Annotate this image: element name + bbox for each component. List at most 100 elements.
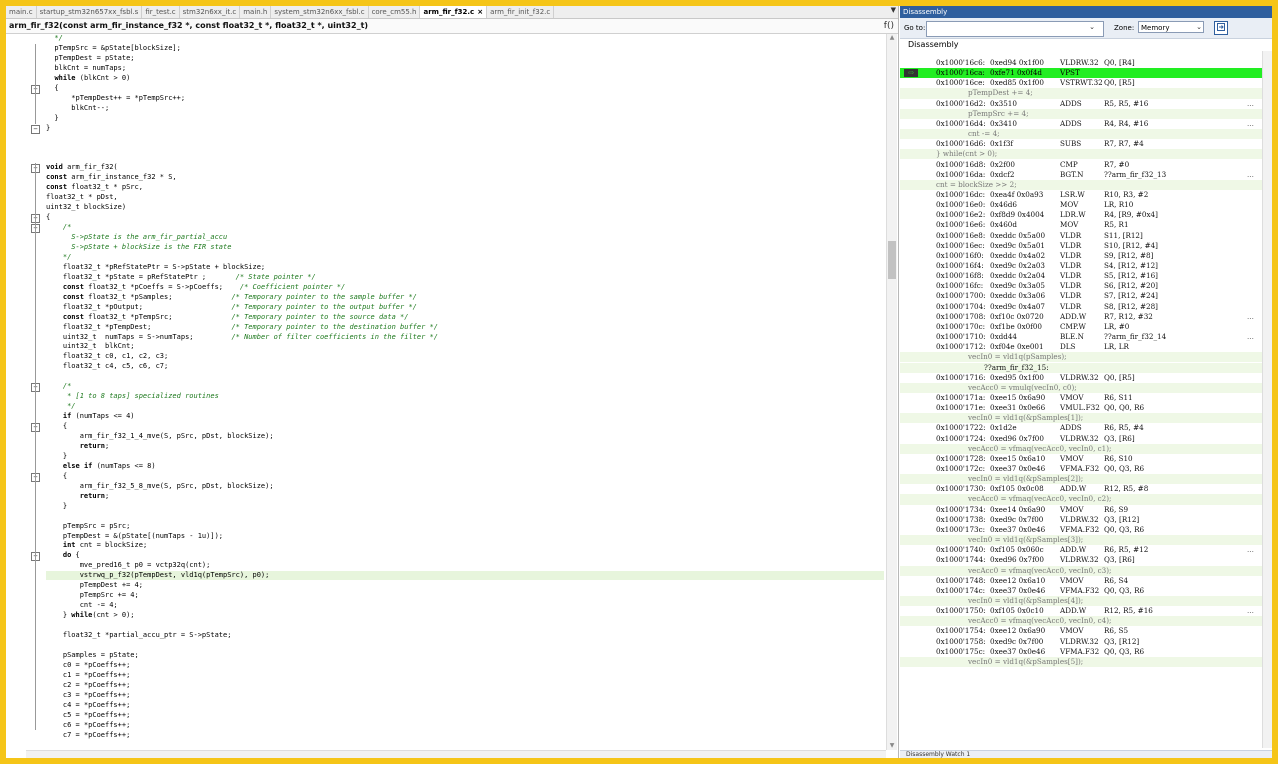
- instruction-row[interactable]: 0x1000'16fc: VLDR S6, [R12, #20] 0xed9c 0x3…: [900, 281, 1262, 291]
- editor-tab[interactable]: system_stm32n6xx_fsbl.c: [271, 6, 369, 18]
- source-line-row[interactable]: vecIn0 = vld1q(&pSamples[2]);: [900, 474, 1262, 485]
- code-line[interactable]: float32_t c0, c1, c2, c3;: [46, 352, 884, 361]
- instruction-row[interactable]: 0x1000'1712: DLS LR, LR 0xf04e 0xe001: [900, 342, 1262, 352]
- code-line[interactable]: blkCnt--;: [46, 104, 884, 113]
- editor-tab[interactable]: arm_fir_init_f32.c: [487, 6, 555, 18]
- instruction-row[interactable]: 0x1000'173c: VFMA.F32 Q0, Q3, R6 0xee37 0x0…: [900, 525, 1262, 535]
- tab-list-dropdown-icon[interactable]: ▼: [891, 6, 896, 14]
- code-line[interactable]: c0 = *pCoeffs++;: [46, 661, 884, 670]
- code-line[interactable]: float32_t *pOutput; /* Temporary pointer…: [46, 303, 884, 312]
- code-line[interactable]: c5 = *pCoeffs++;: [46, 711, 884, 720]
- instruction-row[interactable]: 0x1000'16e8: VLDR S11, [R12] 0xeddc 0x5a00: [900, 231, 1262, 241]
- instruction-row[interactable]: 0x1000'170c: CMP.W LR, #0 0xf1be 0x0f00: [900, 322, 1262, 332]
- code-line[interactable]: do {: [46, 551, 884, 560]
- instruction-row[interactable]: 0x1000'16f8: VLDR S5, [R12, #16] 0xeddc 0x2…: [900, 271, 1262, 281]
- source-line-row[interactable]: vecIn0 = vld1q(pSamples);: [900, 352, 1262, 363]
- code-line[interactable]: float32_t *pState = pRefStatePtr ; /* St…: [46, 273, 884, 282]
- source-line-row[interactable]: pTempDest += 4;: [900, 88, 1262, 99]
- code-line[interactable]: }: [46, 502, 884, 511]
- code-line[interactable]: blkCnt = numTaps;: [46, 64, 884, 73]
- instruction-row[interactable]: 0x1000'1754: VMOV R6, S5 0xee12 0x6a90: [900, 626, 1262, 636]
- instruction-row[interactable]: 0x1000'16f0: VLDR S9, [R12, #8] 0xeddc 0x4a…: [900, 251, 1262, 261]
- scroll-down-arrow-icon[interactable]: ▼: [887, 742, 897, 750]
- code-line[interactable]: */: [46, 34, 884, 43]
- code-line[interactable]: const arm_fir_instance_f32 * S,: [46, 173, 884, 182]
- code-line[interactable]: return;: [46, 442, 884, 451]
- instruction-row[interactable]: 0x1000'171a: VMOV R6, S11 0xee15 0x6a90: [900, 393, 1262, 403]
- editor-tab[interactable]: startup_stm32n657xx_fsbl.s: [37, 6, 143, 18]
- instruction-row[interactable]: 0x1000'1710: BLE.N ??arm_fir_f32_14 0xdd44.…: [900, 332, 1262, 342]
- instruction-row[interactable]: 0x1000'1724: VLDRW.32 Q3, [R6] 0xed96 0x7f0…: [900, 434, 1262, 444]
- goto-dropdown-icon[interactable]: ⌄: [1086, 21, 1098, 33]
- editor-tab[interactable]: fir_test.c: [142, 6, 180, 18]
- instruction-row[interactable]: 0x1000'16ce: VSTRWT.32 Q0, [R5] 0xed85 0x1f…: [900, 78, 1262, 88]
- code-line[interactable]: */: [46, 253, 884, 262]
- code-line[interactable]: [46, 621, 884, 630]
- instruction-row[interactable]: 0x1000'1750: ADD.W R12, R5, #16 0xf105 0x0c…: [900, 606, 1262, 616]
- code-line[interactable]: } while(cnt > 0);: [46, 611, 884, 620]
- source-line-row[interactable]: cnt = blockSize >> 2;: [900, 179, 1262, 190]
- code-line[interactable]: else if (numTaps <= 8): [46, 462, 884, 471]
- instruction-row[interactable]: 0x1000'174c: VFMA.F32 Q0, Q3, R6 0xee37 0x0…: [900, 586, 1262, 596]
- instruction-row[interactable]: 0x1000'1708: ADD.W R7, R12, #32 0xf10c 0x07…: [900, 312, 1262, 322]
- editor-tab[interactable]: arm_fir_f32.c ×: [420, 6, 488, 18]
- code-line[interactable]: c7 = *pCoeffs++;: [46, 731, 884, 740]
- code-line[interactable]: S->pState + blockSize is the FIR state: [46, 243, 884, 252]
- code-line[interactable]: c2 = *pCoeffs++;: [46, 681, 884, 690]
- code-line[interactable]: [46, 512, 884, 521]
- code-line[interactable]: [46, 134, 884, 143]
- code-line[interactable]: [46, 372, 884, 381]
- zone-dropdown-icon[interactable]: ⌄: [1194, 21, 1204, 33]
- editor-tab[interactable]: core_cm55.h: [369, 6, 421, 18]
- editor-tab[interactable]: main.h: [240, 6, 272, 18]
- code-line[interactable]: {: [46, 472, 884, 481]
- fold-toggle-icon[interactable]: −: [31, 124, 40, 134]
- instruction-row[interactable]: 0x1000'16e2: LDR.W R4, [R9, #0x4] 0xf8d9 0x…: [900, 210, 1262, 220]
- code-line[interactable]: uint32_t blkCnt;: [46, 342, 884, 351]
- code-line[interactable]: float32_t *partial_accu_ptr = S->pState;: [46, 631, 884, 640]
- code-line[interactable]: pTempSrc = &pState[blockSize];: [46, 44, 884, 53]
- code-line[interactable]: const float32_t *pTempSrc; /* Temporary …: [46, 313, 884, 322]
- code-line[interactable]: pSamples = pState;: [46, 651, 884, 660]
- instruction-row[interactable]: 0x1000'172c: VFMA.F32 Q0, Q3, R6 0xee37 0x0…: [900, 464, 1262, 474]
- source-line-row[interactable]: } while(cnt > 0);: [900, 149, 1262, 160]
- source-line-row[interactable]: vecIn0 = vld1q(&pSamples[5]);: [900, 656, 1262, 667]
- goto-address-input[interactable]: [926, 21, 1104, 37]
- instruction-row[interactable]: 0x1000'16d6: SUBS R7, R7, #4 0x1f3f: [900, 139, 1262, 149]
- code-line[interactable]: pTempDest = pState;: [46, 54, 884, 63]
- code-line[interactable]: }: [46, 452, 884, 461]
- code-line[interactable]: void arm_fir_f32(: [46, 163, 884, 172]
- instruction-row[interactable]: 0x1000'1744: VLDRW.32 Q3, [R6] 0xed96 0x7f0…: [900, 555, 1262, 565]
- instruction-row[interactable]: 0x1000'1748: VMOV R6, S4 0xee12 0x6a10: [900, 576, 1262, 586]
- editor-tab[interactable]: main.c: [6, 6, 37, 18]
- code-line[interactable]: pTempDest += 4;: [46, 581, 884, 590]
- code-line[interactable]: arm_fir_f32_1_4_mve(S, pSrc, pDst, block…: [46, 432, 884, 441]
- code-view[interactable]: */ pTempSrc = &pState[blockSize]; pTempD…: [46, 34, 884, 750]
- code-line[interactable]: *pTempDest++ = *pTempSrc++;: [46, 94, 884, 103]
- code-line[interactable]: mve_pred16_t p0 = vctp32q(cnt);: [46, 561, 884, 570]
- code-line[interactable]: while (blkCnt > 0): [46, 74, 884, 83]
- instruction-row[interactable]: 0x1000'1704: VLDR S8, [R12, #28] 0xed9c 0x4…: [900, 302, 1262, 312]
- source-line-row[interactable]: vecAcc0 = vfmaq(vecAcc0, vecIn0, c2);: [900, 494, 1262, 505]
- code-line[interactable]: const float32_t * pSrc,: [46, 183, 884, 192]
- code-line[interactable]: const float32_t *pCoeffs = S->pCoeffs; /…: [46, 283, 884, 292]
- instruction-row[interactable]: 0x1000'1740: ADD.W R6, R5, #12 0xf105 0x060…: [900, 545, 1262, 555]
- source-line-row[interactable]: vecIn0 = vld1q(&pSamples[1]);: [900, 413, 1262, 424]
- instruction-row[interactable]: 0x1000'16e6: MOV R5, R1 0x460d: [900, 220, 1262, 230]
- code-line[interactable]: c1 = *pCoeffs++;: [46, 671, 884, 680]
- code-line[interactable]: return;: [46, 492, 884, 501]
- editor-horizontal-scrollbar[interactable]: [26, 750, 886, 758]
- instruction-row[interactable]: 0x1000'1700: VLDR S7, [R12, #24] 0xeddc 0x3…: [900, 291, 1262, 301]
- code-line[interactable]: {: [46, 84, 884, 93]
- instruction-row[interactable]: 0x1000'1738: VLDRW.32 Q3, [R12] 0xed9c 0x7f…: [900, 515, 1262, 525]
- instruction-row[interactable]: 0x1000'16dc: LSR.W R10, R3, #2 0xea4f 0x0a9…: [900, 190, 1262, 200]
- instruction-row[interactable]: 0x1000'1716: VLDRW.32 Q0, [R5] 0xed95 0x1f0…: [900, 373, 1262, 383]
- source-line-row[interactable]: vecAcc0 = vfmaq(vecAcc0, vecIn0, c1);: [900, 443, 1262, 454]
- instruction-row[interactable]: 0x1000'16da: BGT.N ??arm_fir_f32_13 0xdcf2.…: [900, 170, 1262, 180]
- code-line[interactable]: */: [46, 402, 884, 411]
- code-line[interactable]: }: [46, 124, 884, 133]
- code-line[interactable]: if (numTaps <= 4): [46, 412, 884, 421]
- code-line[interactable]: /*: [46, 223, 884, 232]
- tab-close-icon[interactable]: ×: [477, 8, 483, 16]
- current-instruction-row[interactable]: ⇨ 0x1000'16ca: VPST 0xfe71 0x0f4d: [900, 68, 1262, 79]
